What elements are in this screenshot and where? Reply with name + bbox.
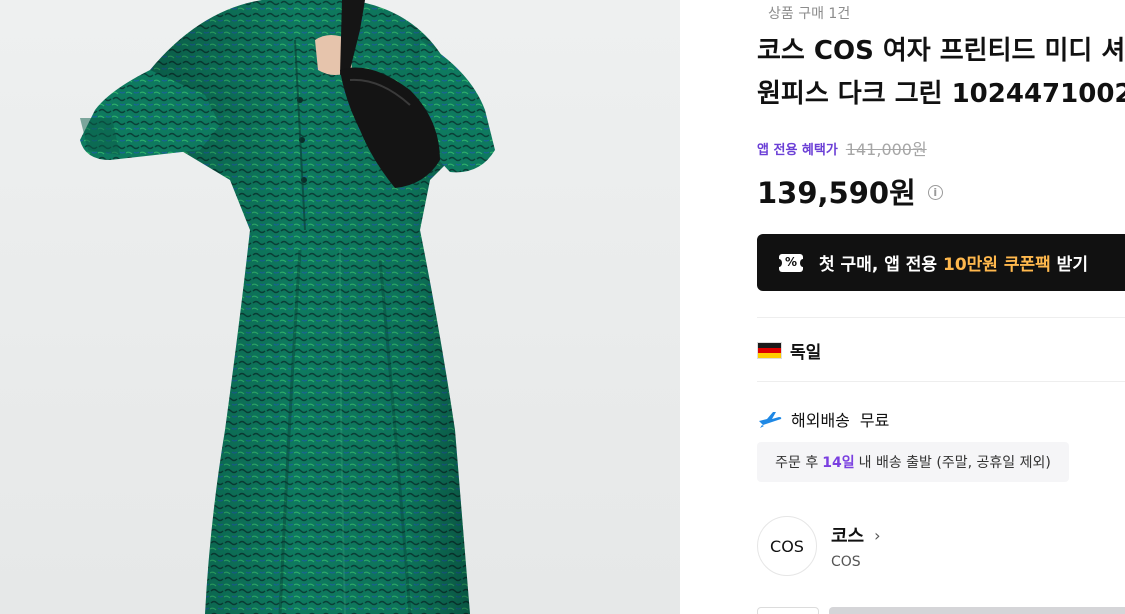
shipping-label: 해외배송	[791, 411, 850, 430]
coupon-text-before: 첫 구매, 앱 전용	[819, 255, 943, 275]
info-icon[interactable]: i	[927, 185, 943, 200]
purchase-count: 상품 구매 1건	[768, 6, 851, 22]
brand-names: 코스 › COS	[831, 522, 881, 571]
dispatch-prefix: 주문 후	[775, 455, 819, 471]
coupon-pack-button[interactable]: % 첫 구매, 앱 전용 10만원 쿠폰팩 받기	[757, 234, 1125, 291]
dress-photo-illustration	[80, 0, 495, 614]
dispatch-info: 주문 후 14일 내 배송 출발 (주말, 공휴일 제외)	[757, 442, 1069, 482]
chevron-right-icon: ›	[874, 525, 881, 545]
shipping-fee: 무료	[859, 411, 890, 430]
origin-row: 독일	[757, 338, 821, 363]
dispatch-suffix: 내 배송 출발 (주말, 공휴일 제외)	[858, 455, 1051, 471]
product-title-line-1: 코스 COS 여자 프린티드 미디 셔	[757, 36, 1125, 66]
benefit-label: 앱 전용 혜택가	[757, 142, 838, 158]
brand-row[interactable]: COS 코스 › COS	[757, 516, 881, 576]
coupon-text: 첫 구매, 앱 전용 10만원 쿠폰팩 받기	[819, 250, 1088, 275]
product-title: 코스 COS 여자 프린티드 미디 셔 원피스 다크 그린 1024471002	[757, 30, 1125, 116]
shipping-row: 해외배송 무료	[757, 407, 889, 431]
purchase-button[interactable]	[829, 607, 1125, 614]
product-title-line-2: 원피스 다크 그린 1024471002	[757, 79, 1125, 109]
divider	[757, 317, 1125, 318]
brand-name-en: COS	[831, 554, 861, 570]
product-info-panel: 상품 구매 1건 코스 COS 여자 프린티드 미디 셔 원피스 다크 그린 1…	[757, 0, 1125, 614]
coupon-text-after: 받기	[1050, 255, 1088, 275]
sale-price: 139,590원	[757, 176, 916, 210]
wishlist-button[interactable]	[757, 607, 819, 614]
brand-name-kr-text: 코스	[831, 526, 865, 547]
origin-country: 독일	[790, 343, 822, 363]
dispatch-days: 14일	[822, 455, 855, 471]
brand-name-kr[interactable]: 코스 ›	[831, 522, 881, 548]
original-price: 141,000원	[845, 140, 927, 159]
coupon-text-highlight: 10만원 쿠폰팩	[942, 255, 1051, 275]
germany-flag-icon	[757, 342, 782, 359]
airplane-icon	[759, 412, 782, 428]
coupon-icon: %	[776, 253, 806, 272]
benefit-price-row: 앱 전용 혜택가 141,000원	[757, 136, 927, 160]
product-detail-page: 상품 구매 1건 코스 COS 여자 프린티드 미디 셔 원피스 다크 그린 1…	[0, 0, 1125, 614]
product-image[interactable]	[0, 0, 680, 614]
coupon-icon-glyph: %	[785, 254, 798, 269]
brand-logo[interactable]: COS	[757, 516, 817, 576]
price-row: 139,590원 i	[757, 170, 943, 212]
divider	[757, 381, 1125, 382]
